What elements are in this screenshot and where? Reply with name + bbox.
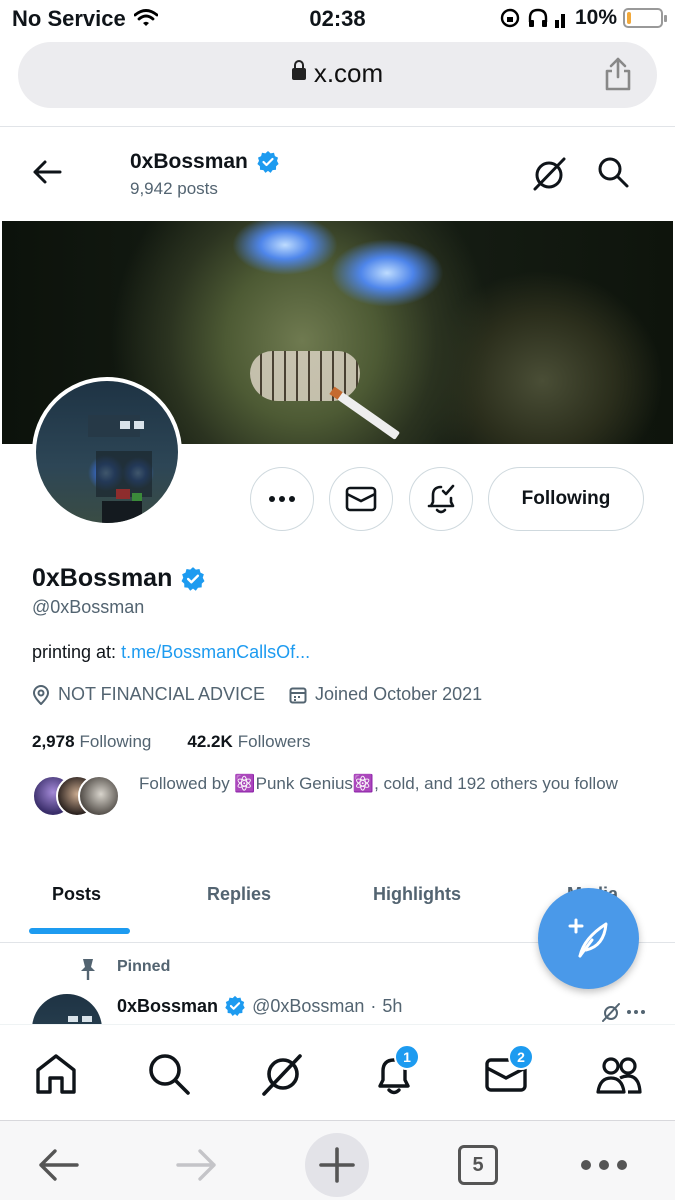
battery-icon <box>623 8 667 28</box>
url-display: x.com <box>18 58 657 89</box>
profile-handle: @0xBossman <box>32 597 145 617</box>
followers-count-link[interactable]: 42.2K Followers <box>187 732 310 752</box>
followed-by-text[interactable]: Followed by ⚛️Punk Genius⚛️, cold, and 1… <box>139 774 629 793</box>
bell-check-icon <box>427 484 455 514</box>
profile-counts: 2,978 Following 42.2K Followers <box>32 732 310 752</box>
new-tab-button[interactable] <box>305 1133 369 1197</box>
post-separator: · <box>370 995 377 1016</box>
more-icon <box>269 496 295 502</box>
browser-menu-button[interactable] <box>572 1133 636 1197</box>
browser-back-button[interactable] <box>26 1133 90 1197</box>
divider <box>0 126 675 127</box>
header-post-count: 9,942 posts <box>130 179 218 198</box>
people-icon[interactable] <box>595 1050 643 1098</box>
signal-icon <box>554 14 565 28</box>
location-item: NOT FINANCIAL ADVICE <box>32 684 265 705</box>
status-bar: No Service 02:38 10% <box>0 0 675 40</box>
active-tab-indicator <box>29 928 130 934</box>
following-button[interactable]: Following <box>488 467 644 531</box>
grok-icon[interactable] <box>258 1050 306 1098</box>
header-name-text: 0xBossman <box>130 150 248 173</box>
post-header: 0xBossman @0xBossman · 5h <box>117 995 402 1017</box>
tabs-button[interactable]: 5 <box>446 1133 510 1197</box>
header-name: 0xBossman <box>130 150 280 174</box>
post-author-handle: @0xBossman <box>252 995 365 1016</box>
forward-arrow-icon <box>176 1149 216 1181</box>
grok-icon[interactable] <box>530 155 568 193</box>
browser-toolbar: 5 <box>0 1120 675 1200</box>
joined-item: Joined October 2021 <box>289 684 482 705</box>
more-icon <box>581 1160 627 1170</box>
compose-button[interactable] <box>538 888 639 989</box>
post-grok-more-icons[interactable] <box>600 1002 648 1022</box>
location-text: NOT FINANCIAL ADVICE <box>58 684 266 704</box>
more-options-button[interactable] <box>250 467 314 531</box>
profile-bio: printing at: t.me/BossmanCallsOf... <box>32 642 310 663</box>
calendar-icon <box>289 687 307 703</box>
post-author-name[interactable]: 0xBossman <box>117 996 218 1017</box>
joined-text: Joined October 2021 <box>315 684 483 704</box>
notifications-tab[interactable]: 1 <box>370 1044 420 1098</box>
followers-count: 42.2K <box>187 732 233 751</box>
following-count: 2,978 <box>32 732 75 751</box>
tab-posts[interactable]: Posts <box>52 884 101 905</box>
avatar <box>78 775 120 817</box>
tab-highlights[interactable]: Highlights <box>373 884 461 905</box>
search-icon[interactable] <box>145 1050 193 1098</box>
message-button[interactable] <box>329 467 393 531</box>
location-icon <box>32 684 50 705</box>
status-right: 10% <box>499 6 667 30</box>
tabs-icon: 5 <box>458 1145 498 1185</box>
bio-text: printing at: <box>32 642 122 662</box>
following-label: Following <box>79 732 152 751</box>
rotation-lock-icon <box>500 8 520 28</box>
battery-percent: 10% <box>574 6 617 29</box>
lock-icon <box>291 60 306 80</box>
compose-icon <box>568 918 607 957</box>
headphones-icon <box>528 8 548 27</box>
profile-avatar[interactable] <box>32 377 182 527</box>
address-bar[interactable]: x.com <box>18 42 657 108</box>
pinned-label: Pinned <box>117 958 171 975</box>
notifications-badge: 1 <box>394 1044 420 1070</box>
search-icon[interactable] <box>596 155 630 189</box>
mail-icon <box>345 486 377 512</box>
bottom-tab-bar: 1 2 <box>0 1024 675 1120</box>
verified-icon <box>225 995 245 1016</box>
messages-tab[interactable]: 2 <box>482 1044 534 1098</box>
plus-icon <box>319 1147 355 1183</box>
back-arrow-icon[interactable] <box>30 155 64 189</box>
profile-meta: NOT FINANCIAL ADVICE Joined October 2021 <box>32 684 506 705</box>
following-count-link[interactable]: 2,978 Following <box>32 732 151 752</box>
followers-you-know-avatars[interactable] <box>32 775 120 817</box>
pin-icon <box>81 959 95 980</box>
back-arrow-icon <box>39 1149 79 1181</box>
notifications-button[interactable] <box>409 467 473 531</box>
home-icon[interactable] <box>32 1050 80 1098</box>
verified-icon[interactable] <box>180 566 206 592</box>
profile-name: 0xBossman <box>32 564 206 593</box>
url-text: x.com <box>313 58 384 88</box>
verified-icon <box>257 151 279 173</box>
followers-label: Followers <box>237 732 311 751</box>
profile-name-text: 0xBossman <box>32 564 173 592</box>
bio-link[interactable]: t.me/BossmanCallsOf... <box>121 642 310 662</box>
share-icon[interactable] <box>601 56 635 92</box>
post-time: 5h <box>382 995 403 1016</box>
tab-replies[interactable]: Replies <box>207 884 271 905</box>
messages-badge: 2 <box>508 1044 534 1070</box>
browser-forward-button[interactable] <box>165 1133 229 1197</box>
